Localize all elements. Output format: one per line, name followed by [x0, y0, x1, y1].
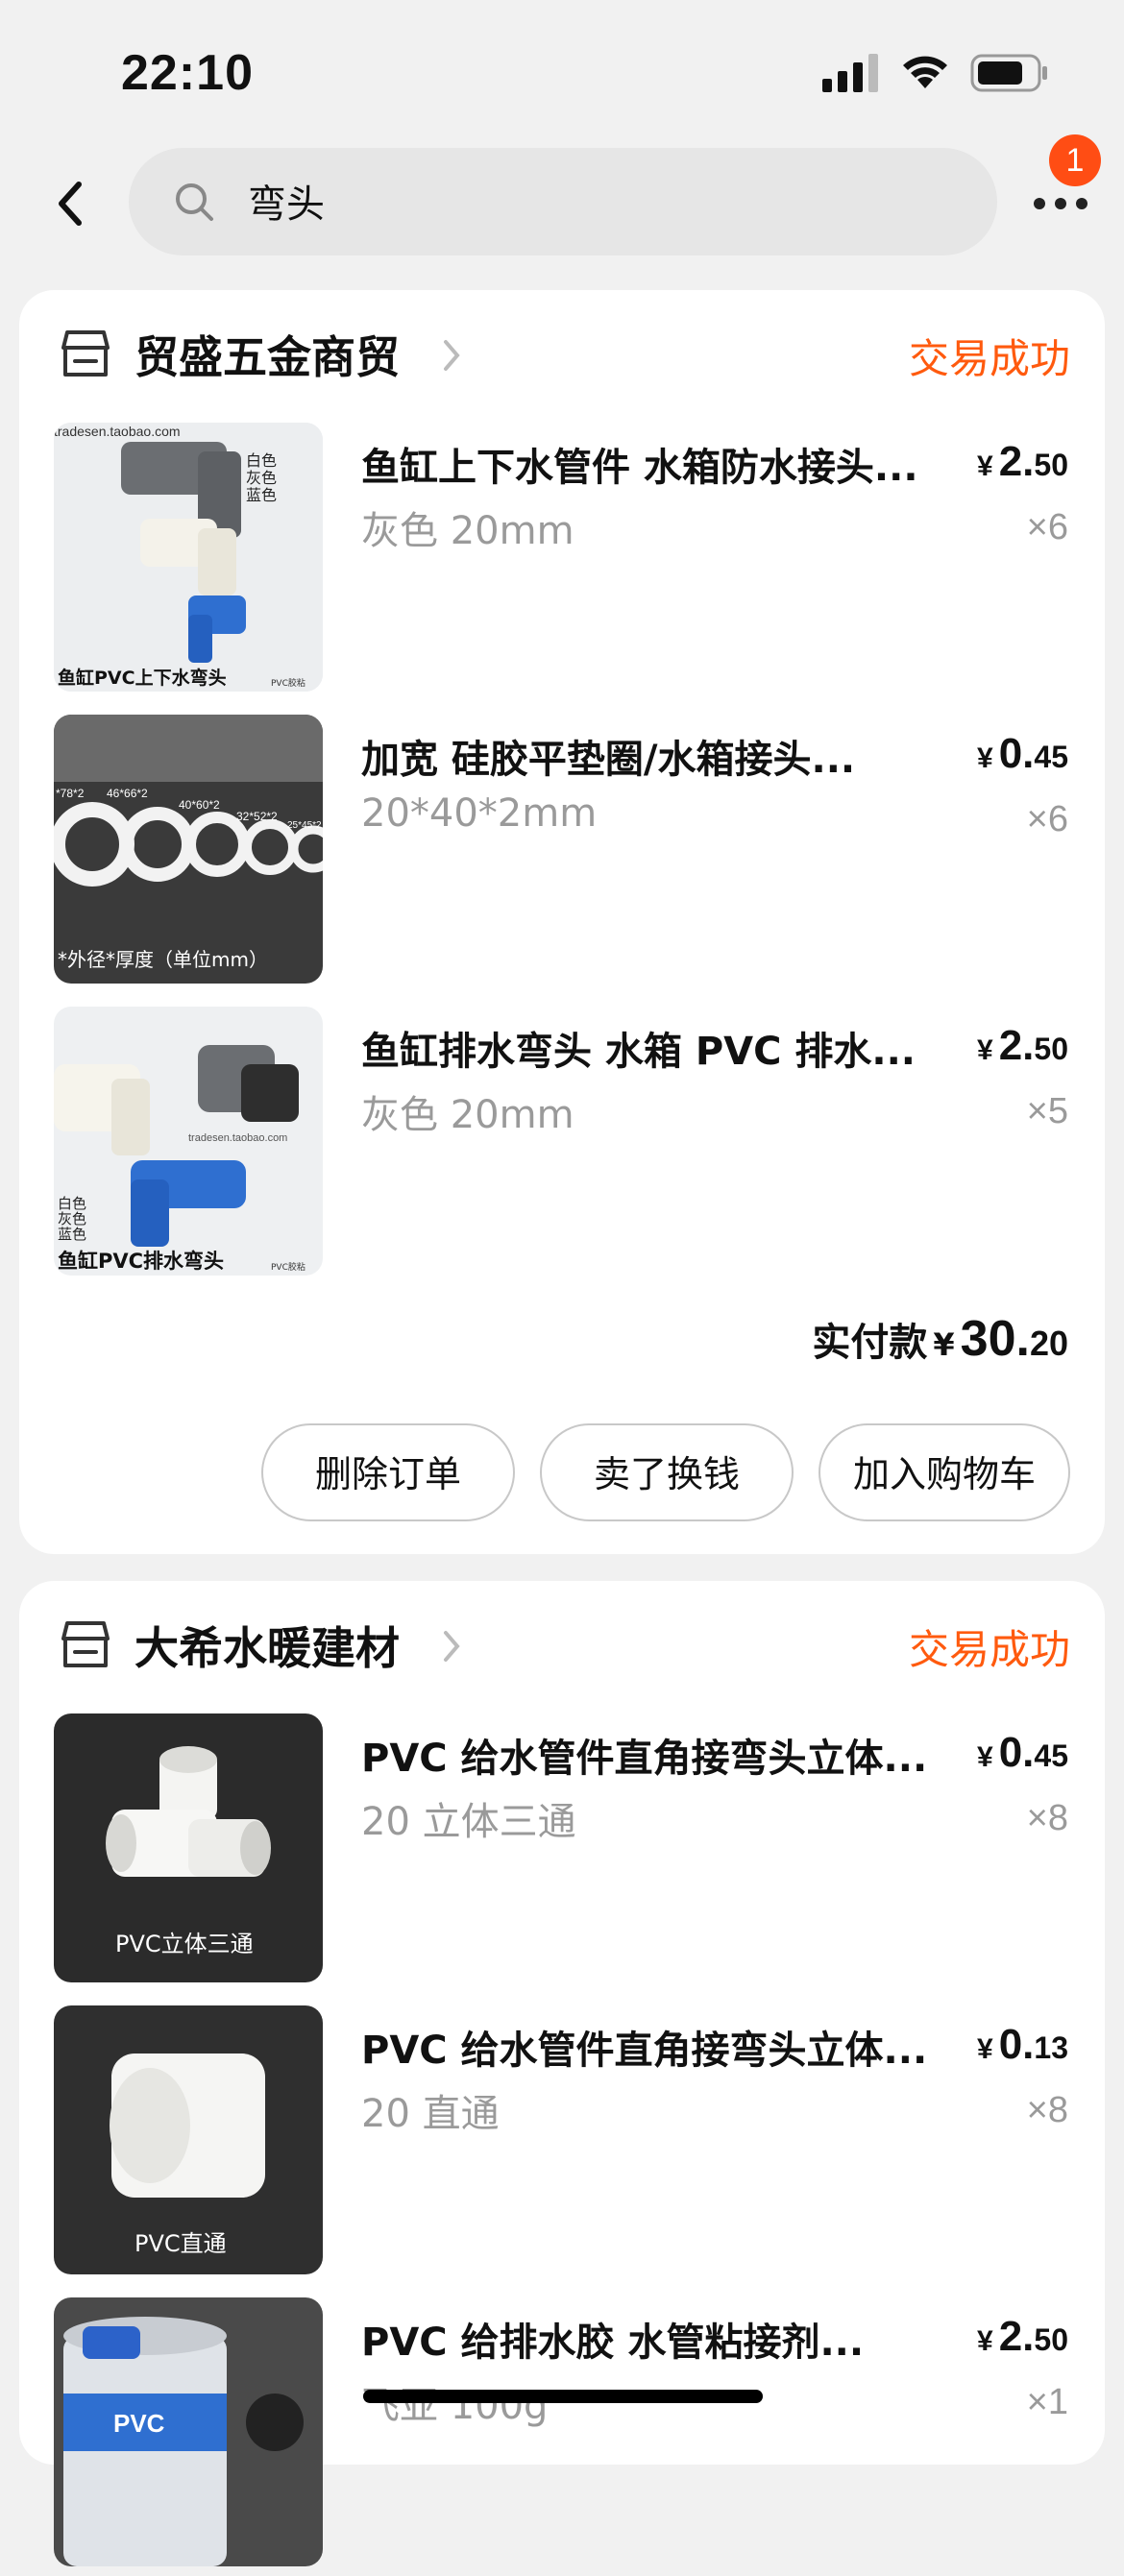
item-price: ¥0.13 — [977, 2021, 1068, 2068]
item-price: ¥0.45 — [977, 1729, 1068, 1776]
chevron-right-icon — [444, 340, 460, 371]
status-time: 22:10 — [121, 45, 254, 101]
item-quantity: ×6 — [1026, 507, 1068, 547]
product-thumbnail[interactable]: PVC立体三通 — [54, 1713, 323, 1982]
cellular-signal-icon — [822, 54, 878, 92]
pvc-coupling-image: PVC直通 — [54, 2005, 323, 2274]
svg-text:蓝色: 蓝色 — [58, 1226, 86, 1243]
item-price: ¥0.45 — [977, 730, 1068, 777]
svg-text:PVC: PVC — [113, 2409, 165, 2438]
item-price: ¥2.50 — [977, 2313, 1068, 2360]
svg-text:32*52*2: 32*52*2 — [236, 810, 278, 823]
svg-text:40*60*2: 40*60*2 — [179, 798, 220, 812]
svg-text:PVC立体三通: PVC立体三通 — [115, 1931, 254, 1957]
item-spec: 20 立体三通 — [361, 1800, 576, 1844]
order-item[interactable]: PVC直通 PVC 给水管件直角接弯头立体... 20 直通 ¥0.13 ×8 — [19, 2005, 1105, 2284]
add-to-cart-button[interactable]: 加入购物车 — [819, 1423, 1070, 1521]
item-title[interactable]: 鱼缸上下水管件 水箱防水接头... — [361, 436, 957, 492]
search-query: 弯头 — [248, 182, 325, 227]
pvc-glue-image: PVC — [54, 2297, 323, 2566]
item-quantity: ×8 — [1026, 2090, 1068, 2130]
svg-text:46*66*2: 46*66*2 — [107, 787, 148, 800]
paid-total: 实付款 ¥30.20 — [812, 1311, 1068, 1367]
order-card[interactable]: 大希水暖建材 交易成功 PVC立体三通 PVC 给水管件直角接弯头立体... 2… — [19, 1581, 1105, 2566]
item-title[interactable]: PVC 给水管件直角接弯头立体... — [361, 1727, 957, 1783]
search-input[interactable]: 弯头 — [129, 148, 997, 255]
chevron-right-icon — [444, 1631, 460, 1662]
order-status: 交易成功 — [908, 335, 1070, 382]
home-indicator — [363, 2390, 763, 2403]
svg-text:25*45*2: 25*45*2 — [287, 820, 322, 831]
svg-text:白色: 白色 — [246, 451, 277, 470]
item-spec: 灰色 20mm — [361, 509, 574, 553]
wifi-icon — [903, 56, 947, 88]
back-arrow-icon[interactable] — [52, 175, 90, 232]
battery-icon — [970, 54, 1047, 92]
pvc-tee-image: PVC立体三通 — [54, 1713, 323, 1982]
order-item[interactable]: tradesen.taobao.com 白色 灰色 蓝色 鱼缸PVC排水弯头 P… — [19, 1007, 1105, 1285]
svg-text:*78*2: *78*2 — [56, 787, 85, 800]
svg-text:PVC胶粘: PVC胶粘 — [271, 677, 305, 689]
product-thumbnail[interactable]: PVC — [54, 2297, 323, 2566]
order-item[interactable]: PVC立体三通 PVC 给水管件直角接弯头立体... 20 立体三通 ¥0.45… — [19, 1713, 1105, 1992]
item-quantity: ×5 — [1026, 1091, 1068, 1131]
resell-button[interactable]: 卖了换钱 — [540, 1423, 794, 1521]
silicone-washer-image: *78*2 46*66*2 40*60*2 32*52*2 25*45*2 *外… — [54, 715, 323, 984]
shop-header[interactable]: 大希水暖建材 交易成功 — [19, 1581, 1105, 1706]
item-quantity: ×6 — [1026, 799, 1068, 839]
product-thumbnail[interactable]: tradesen.taobao.com 白色 灰色 蓝色 鱼缸PVC上下水弯头 … — [54, 423, 323, 692]
item-quantity: ×8 — [1026, 1798, 1068, 1838]
shop-header[interactable]: 贸盛五金商贸 交易成功 — [19, 290, 1105, 415]
svg-text:*外径*厚度（单位mm）: *外径*厚度（单位mm） — [58, 948, 268, 971]
item-spec: 灰色 20mm — [361, 1093, 574, 1137]
shop-name[interactable]: 大希水暖建材 — [134, 1614, 400, 1677]
order-item[interactable]: *78*2 46*66*2 40*60*2 32*52*2 25*45*2 *外… — [19, 715, 1105, 993]
svg-text:PVC胶粘: PVC胶粘 — [271, 1261, 305, 1273]
item-price: ¥2.50 — [977, 1022, 1068, 1069]
svg-text:PVC直通: PVC直通 — [134, 2230, 227, 2257]
search-header: 弯头 1 — [0, 134, 1124, 288]
item-price: ¥2.50 — [977, 438, 1068, 485]
item-title[interactable]: 鱼缸排水弯头 水箱 PVC 排水... — [361, 1020, 957, 1076]
more-options-icon[interactable] — [1032, 188, 1089, 217]
search-icon — [176, 183, 213, 221]
item-quantity: ×1 — [1026, 2382, 1068, 2422]
product-thumbnail[interactable]: *78*2 46*66*2 40*60*2 32*52*2 25*45*2 *外… — [54, 715, 323, 984]
notification-badge: 1 — [1049, 134, 1101, 186]
store-icon — [61, 1621, 110, 1667]
item-title[interactable]: 加宽 硅胶平垫圈/水箱接头... — [361, 728, 957, 784]
svg-text:tradesen.taobao.com: tradesen.taobao.com — [188, 1132, 287, 1144]
item-title[interactable]: PVC 给排水胶 水管粘接剂... — [361, 2311, 957, 2367]
delete-order-button[interactable]: 删除订单 — [261, 1423, 515, 1521]
order-card[interactable]: 贸盛五金商贸 交易成功 tradesen.taobao.com 白色 灰色 蓝色… — [19, 290, 1105, 1554]
status-bar: 22:10 — [0, 0, 1124, 144]
order-item[interactable]: tradesen.taobao.com 白色 灰色 蓝色 鱼缸PVC上下水弯头 … — [19, 423, 1105, 701]
svg-text:蓝色: 蓝色 — [246, 486, 277, 504]
product-thumbnail[interactable]: PVC直通 — [54, 2005, 323, 2274]
paid-amount: 30. — [960, 1311, 1030, 1367]
store-icon — [61, 330, 110, 377]
svg-text:鱼缸PVC排水弯头: 鱼缸PVC排水弯头 — [58, 1250, 224, 1273]
item-spec: 20 直通 — [361, 2092, 500, 2136]
paid-label: 实付款 — [812, 1321, 928, 1365]
shop-name[interactable]: 贸盛五金商贸 — [134, 323, 400, 386]
pvc-elbow-image: tradesen.taobao.com 白色 灰色 蓝色 鱼缸PVC上下水弯头 … — [54, 423, 323, 692]
svg-text:鱼缸PVC上下水弯头: 鱼缸PVC上下水弯头 — [58, 667, 227, 689]
item-spec: 20*40*2mm — [361, 791, 598, 836]
item-title[interactable]: PVC 给水管件直角接弯头立体... — [361, 2019, 957, 2075]
order-status: 交易成功 — [908, 1626, 1070, 1673]
svg-text:灰色: 灰色 — [246, 469, 277, 487]
pvc-drain-elbow-image: tradesen.taobao.com 白色 灰色 蓝色 鱼缸PVC排水弯头 P… — [54, 1007, 323, 1276]
order-item[interactable]: PVC PVC 给排水胶 水管粘接剂... 飞亚 100g ¥2.50 ×1 — [19, 2297, 1105, 2576]
thumb-text: tradesen.taobao.com — [54, 424, 181, 439]
product-thumbnail[interactable]: tradesen.taobao.com 白色 灰色 蓝色 鱼缸PVC排水弯头 P… — [54, 1007, 323, 1276]
